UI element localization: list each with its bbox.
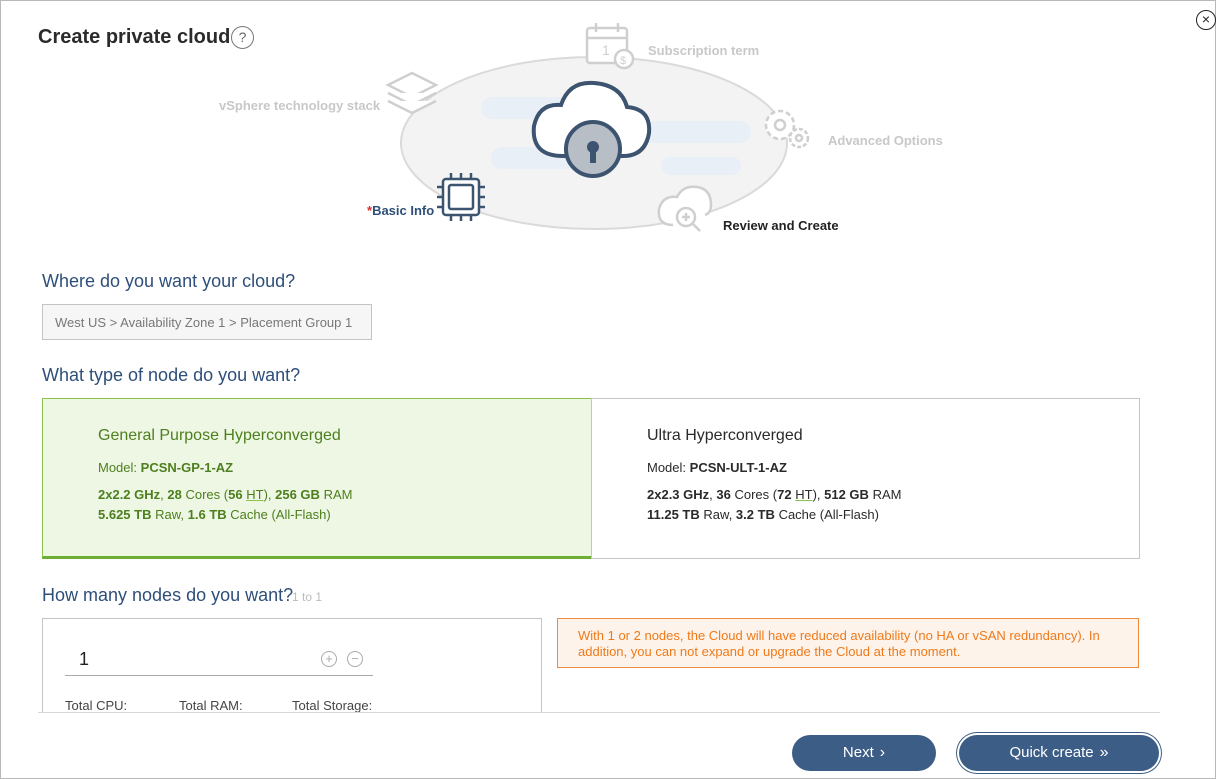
total-ram-label: Total RAM:	[179, 698, 243, 713]
total-cpu-label: Total CPU:	[65, 698, 128, 713]
close-circle-icon[interactable]: ×	[1196, 10, 1216, 30]
step-vsphere-technology-stack[interactable]: vSphere technology stack	[219, 98, 380, 113]
node-count-underline	[65, 675, 373, 676]
svg-text:$: $	[620, 55, 626, 67]
minus-circle-icon[interactable]: −	[347, 651, 363, 667]
node-option-title: Ultra Hyperconverged	[647, 427, 803, 444]
wizard-illustration: 1 $	[385, 23, 810, 232]
quick-create-button-label: Quick create	[1009, 744, 1094, 761]
quick-create-button[interactable]: Quick create »	[959, 735, 1159, 771]
next-button-label: Next	[842, 744, 874, 761]
location-field[interactable]: West US > Availability Zone 1 > Placemen…	[42, 304, 372, 340]
node-option-storage-spec: 5.625 TB Raw, 1.6 TB Cache (All-Flash)	[98, 507, 331, 522]
node-count-range-hint: 1 to 1	[292, 590, 323, 604]
node-option-model: Model: PCSN-ULT-1-AZ	[647, 460, 787, 475]
step-review-and-create[interactable]: Review and Create	[723, 218, 839, 233]
double-chevron-right-icon: »	[1099, 744, 1109, 761]
step-subscription-term[interactable]: Subscription term	[648, 43, 759, 58]
total-storage-label: Total Storage:	[292, 698, 373, 713]
chip-icon	[437, 173, 485, 221]
node-option-title: General Purpose Hyperconverged	[98, 427, 341, 444]
step-basic-info[interactable]: *Basic Info	[367, 203, 434, 218]
step-advanced-options[interactable]: Advanced Options	[828, 133, 943, 148]
node-option-general-purpose[interactable]: General Purpose Hyperconverged Model: PC…	[42, 398, 592, 559]
node-option-compute-spec: 2x2.3 GHz, 36 Cores (72 HT), 512 GB RAM	[647, 487, 902, 502]
node-option-ultra[interactable]: Ultra Hyperconverged Model: PCSN-ULT-1-A…	[591, 398, 1140, 559]
step-basic-info-label: Basic Info	[372, 203, 435, 218]
footer-divider	[38, 712, 1160, 713]
node-option-compute-spec: 2x2.2 GHz, 28 Cores (56 HT), 256 GB RAM	[98, 487, 353, 502]
node-type-heading: What type of node do you want?	[42, 365, 301, 385]
calendar-dollar-icon: 1 $	[585, 23, 635, 70]
location-heading: Where do you want your cloud?	[42, 271, 296, 291]
node-option-storage-spec: 11.25 TB Raw, 3.2 TB Cache (All-Flash)	[647, 507, 879, 522]
next-button[interactable]: Next ›	[792, 735, 936, 771]
node-count-heading: How many nodes do you want?	[42, 585, 294, 605]
node-count-input[interactable]: 1	[79, 649, 89, 670]
plus-circle-icon[interactable]: +	[321, 651, 337, 667]
dialog: Create private cloud ? × 1 $ Subscriptio…	[0, 0, 1216, 779]
chevron-right-icon: ›	[879, 744, 886, 761]
svg-text:1: 1	[602, 42, 610, 58]
availability-warning: With 1 or 2 nodes, the Cloud will have r…	[557, 618, 1139, 668]
node-option-model: Model: PCSN-GP-1-AZ	[98, 460, 234, 475]
